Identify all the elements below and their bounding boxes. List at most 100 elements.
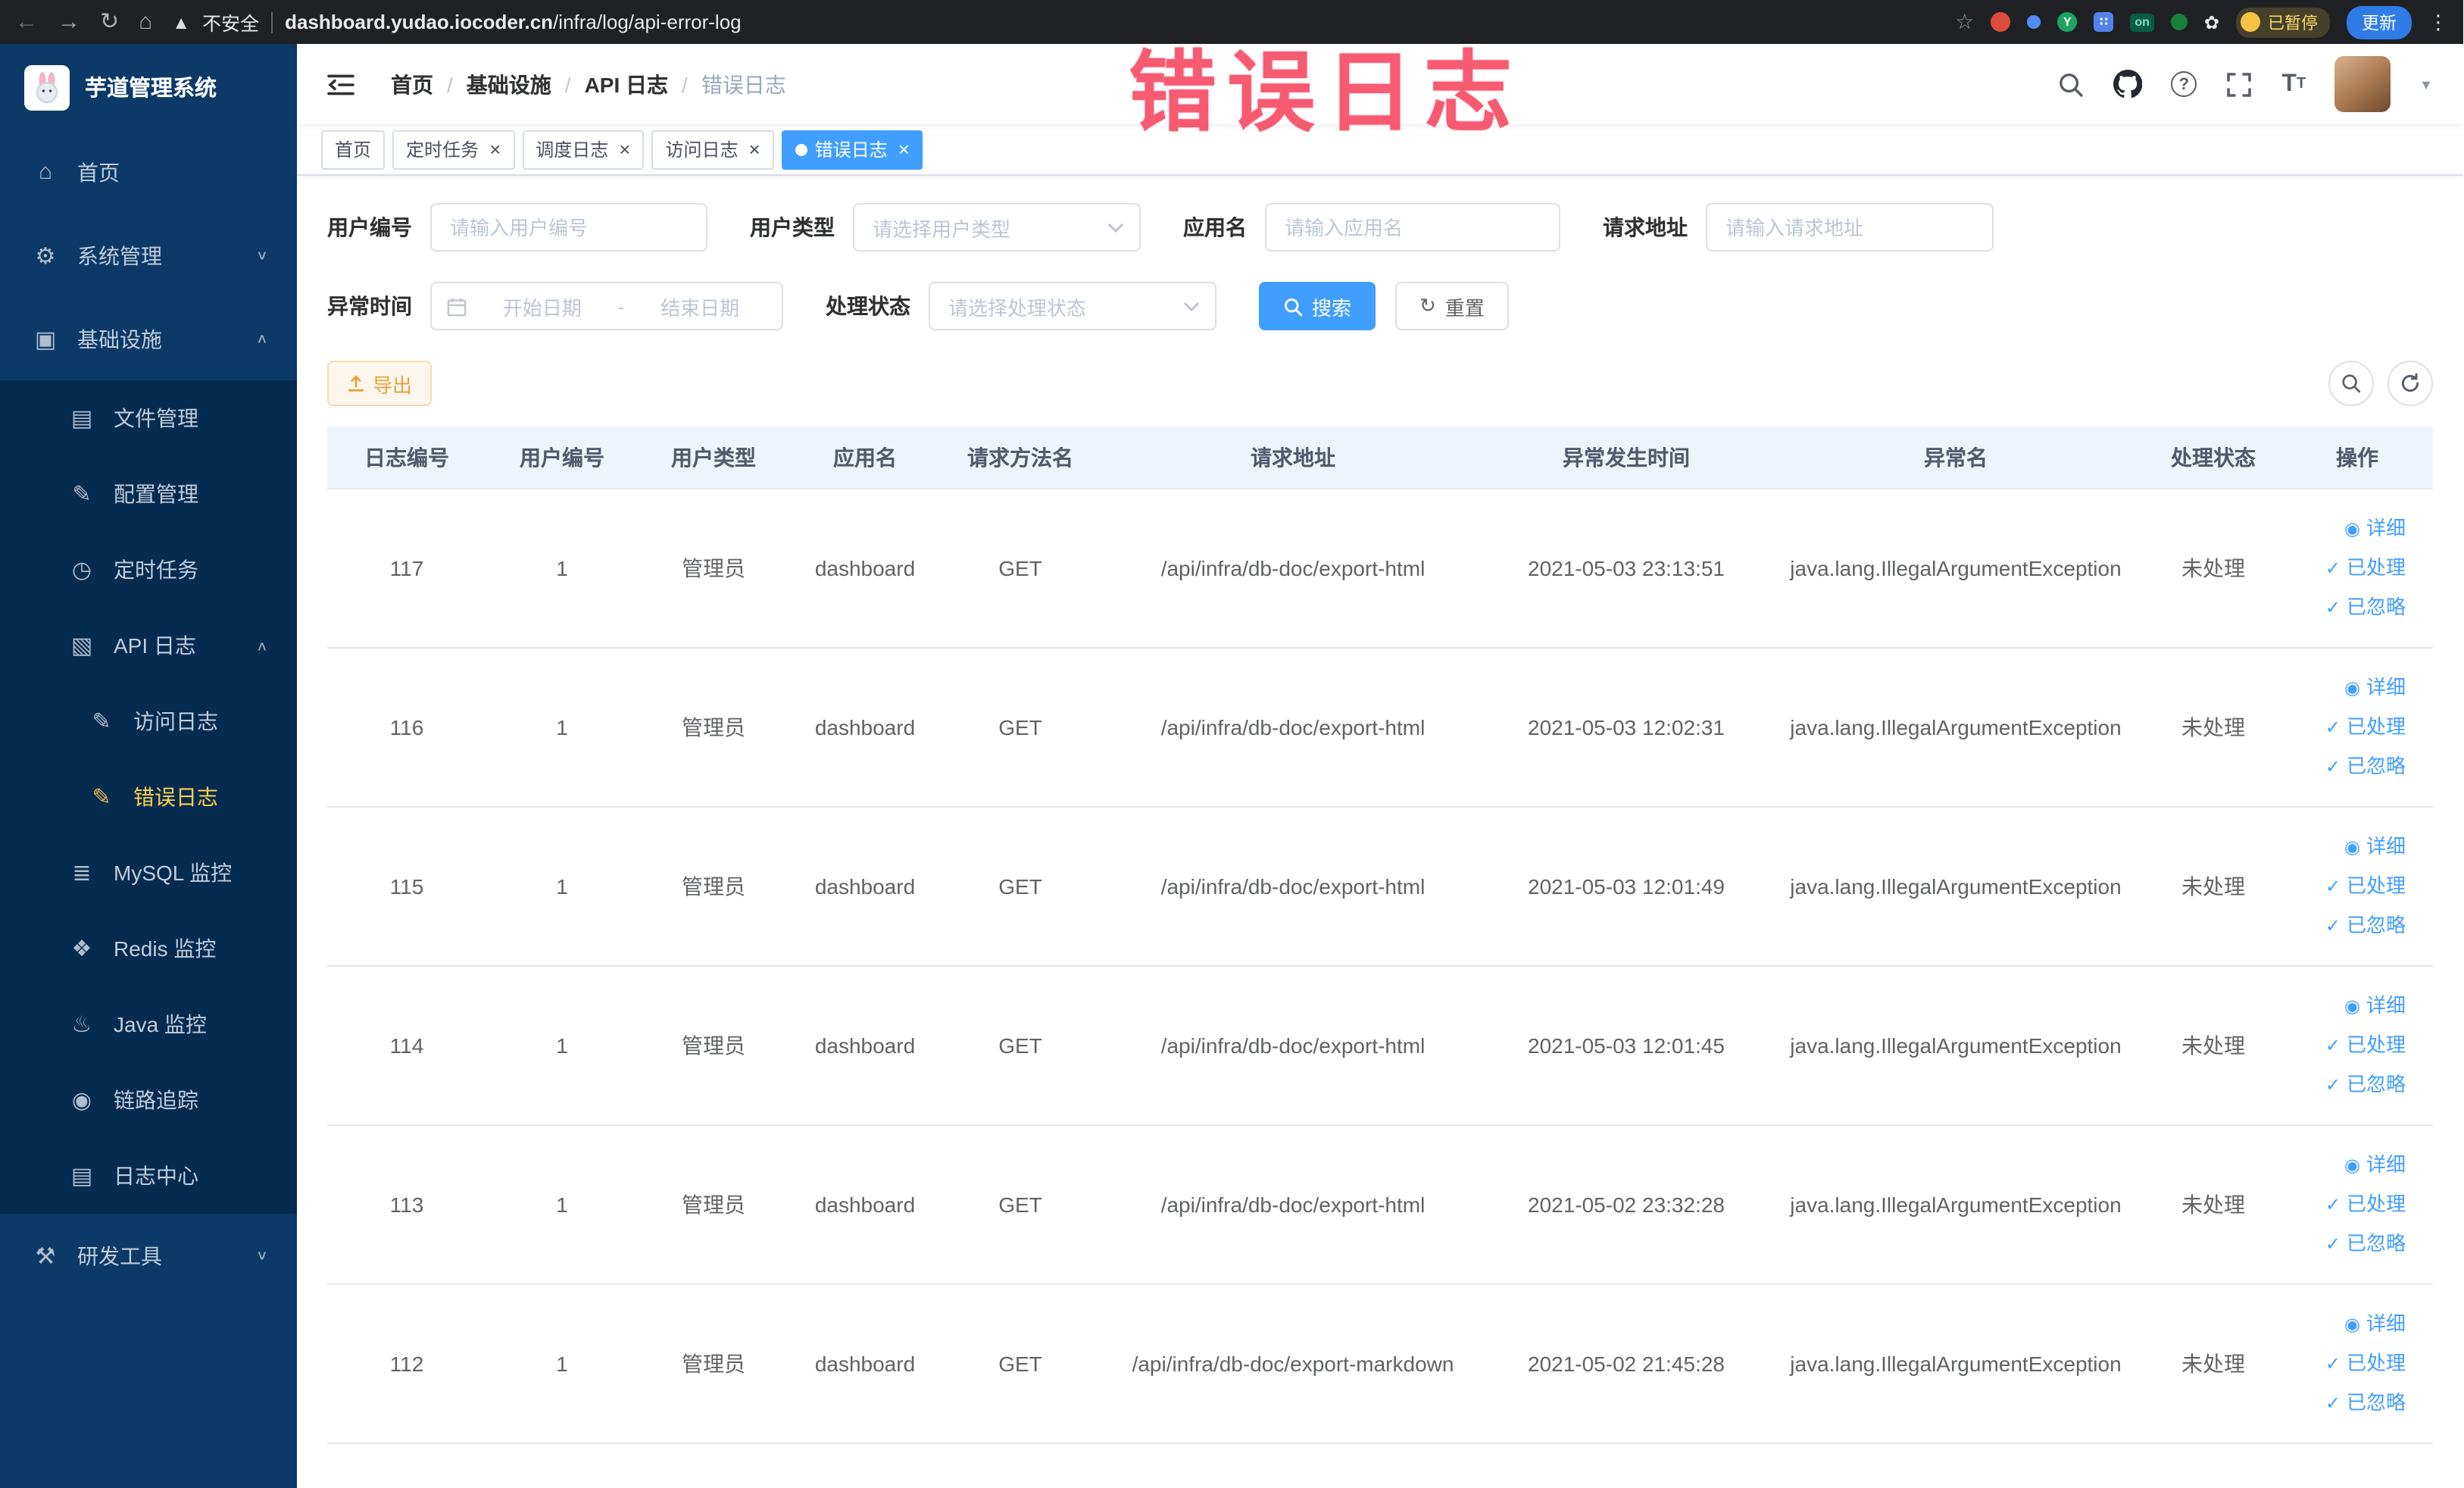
- paused-badge[interactable]: 已暂停: [2236, 7, 2330, 37]
- cell-time: 2021-05-02 21:45:28: [1486, 1283, 1766, 1443]
- request-url-input[interactable]: [1706, 203, 1994, 252]
- close-icon[interactable]: ×: [898, 139, 910, 159]
- tab-access-log[interactable]: 访问日志 ×: [651, 130, 774, 169]
- tab-error-log[interactable]: 错误日志 ×: [781, 130, 923, 169]
- action-processed-link[interactable]: ✓ 已处理: [2288, 548, 2406, 587]
- chevron-down-icon[interactable]: ▼: [2419, 77, 2433, 92]
- action-ignored-link[interactable]: ✓ 已忽略: [2288, 587, 2406, 627]
- action-detail-link[interactable]: ◉ 详细: [2288, 508, 2406, 548]
- breadcrumb-item[interactable]: 基础设施: [467, 69, 551, 99]
- sidebar-item-scheduled-tasks[interactable]: ◷ 定时任务: [0, 532, 297, 608]
- extension-icon[interactable]: [2027, 15, 2041, 29]
- sidebar-item-mysql-monitor[interactable]: ≣ MySQL 监控: [0, 835, 297, 911]
- eye-icon: ◉: [2344, 677, 2360, 698]
- sidebar-item-infrastructure[interactable]: ▣ 基础设施 ∧: [0, 297, 297, 380]
- sidebar-item-dev-tools[interactable]: ⚒ 研发工具 ∨: [0, 1214, 297, 1297]
- process-status-select[interactable]: 请选择处理状态: [929, 282, 1216, 330]
- reset-button[interactable]: ↻ 重置: [1395, 282, 1509, 330]
- action-detail-link[interactable]: ◉ 详细: [2288, 986, 2406, 1025]
- github-icon[interactable]: [2113, 70, 2143, 98]
- breadcrumb-item[interactable]: 首页: [391, 69, 433, 99]
- cell-time: 2021-05-02 23:32:28: [1486, 1124, 1766, 1284]
- cell-url: /api/infra/db-doc/export-html: [1100, 1124, 1486, 1284]
- back-icon[interactable]: ←: [15, 11, 38, 33]
- sidebar-item-label: 链路追踪: [114, 1088, 198, 1112]
- action-processed-link[interactable]: ✓ 已处理: [2288, 866, 2406, 905]
- font-size-icon[interactable]: TT: [2281, 70, 2306, 98]
- extension-paw-icon[interactable]: ✿: [2204, 11, 2219, 33]
- reload-icon[interactable]: ↻: [100, 11, 119, 33]
- refresh-table-button[interactable]: [2387, 361, 2433, 406]
- toggle-search-button[interactable]: [2328, 361, 2374, 406]
- cell-actions: ◉ 详细 ✓ 已处理 ✓ 已忽略: [2281, 488, 2433, 648]
- sidebar-item-java-monitor[interactable]: ♨ Java 监控: [0, 986, 297, 1062]
- eye-icon: ◉: [2344, 1313, 2360, 1334]
- sidebar-item-home[interactable]: ⌂ 首页: [0, 130, 297, 214]
- sidebar-item-link-trace[interactable]: ◉ 链路追踪: [0, 1062, 297, 1138]
- extension-on-badge[interactable]: on: [2130, 13, 2154, 31]
- date-range-picker[interactable]: 开始日期 - 结束日期: [430, 282, 783, 330]
- file-icon: ▤: [70, 406, 93, 432]
- cell-method: GET: [941, 1124, 1100, 1284]
- close-icon[interactable]: ×: [749, 139, 760, 159]
- check-icon: ✓: [2325, 557, 2341, 578]
- action-ignored-link[interactable]: ✓ 已忽略: [2288, 1064, 2406, 1104]
- avatar[interactable]: [2334, 56, 2391, 112]
- breadcrumb-item[interactable]: API 日志: [585, 69, 668, 99]
- browser-update-button[interactable]: 更新: [2347, 5, 2412, 39]
- action-ignored-link[interactable]: ✓ 已忽略: [2288, 746, 2406, 786]
- app-name-input[interactable]: [1265, 203, 1560, 252]
- sidebar-item-log-center[interactable]: ▤ 日志中心: [0, 1138, 297, 1214]
- tab-scheduled-tasks[interactable]: 定时任务 ×: [392, 130, 515, 169]
- extension-icon[interactable]: [2170, 14, 2188, 30]
- sidebar-item-error-log[interactable]: ✎ 错误日志: [0, 759, 297, 835]
- search-button[interactable]: 搜索: [1259, 282, 1376, 330]
- sidebar-item-api-log[interactable]: ▧ API 日志 ∧: [0, 608, 297, 683]
- app-logo[interactable]: 芋道管理系统: [0, 44, 297, 130]
- filter-process-status: 处理状态 请选择处理状态: [826, 282, 1216, 330]
- forward-icon[interactable]: →: [58, 11, 80, 33]
- cell-app: dashboard: [789, 1283, 941, 1443]
- filter-user-id: 用户编号: [327, 203, 707, 252]
- close-icon[interactable]: ×: [619, 139, 630, 159]
- sidebar-item-access-log[interactable]: ✎ 访问日志: [0, 683, 297, 759]
- export-button[interactable]: 导出: [327, 361, 433, 406]
- action-processed-link[interactable]: ✓ 已处理: [2288, 1025, 2406, 1064]
- action-detail-link[interactable]: ◉ 详细: [2288, 827, 2406, 866]
- sidebar-item-config-management[interactable]: ✎ 配置管理: [0, 456, 297, 532]
- action-processed-link[interactable]: ✓ 已处理: [2288, 1184, 2406, 1224]
- action-detail-link[interactable]: ◉ 详细: [2288, 1304, 2406, 1343]
- action-processed-link[interactable]: ✓ 已处理: [2288, 1343, 2406, 1383]
- close-icon[interactable]: ×: [489, 139, 501, 159]
- action-ignored-link[interactable]: ✓ 已忽略: [2288, 1224, 2406, 1263]
- sidebar-item-label: Redis 监控: [114, 936, 217, 961]
- tab-schedule-log[interactable]: 调度日志 ×: [522, 130, 645, 169]
- action-ignored-link[interactable]: ✓ 已忽略: [2288, 1383, 2406, 1422]
- sidebar-item-file-management[interactable]: ▤ 文件管理: [0, 380, 297, 456]
- extension-icon[interactable]: [1991, 12, 2011, 32]
- bookmark-star-icon[interactable]: ☆: [1955, 9, 1974, 35]
- action-ignored-link[interactable]: ✓ 已忽略: [2288, 905, 2406, 945]
- user-id-input[interactable]: [430, 203, 707, 252]
- sidebar-item-redis-monitor[interactable]: ❖ Redis 监控: [0, 911, 297, 986]
- search-icon[interactable]: [2057, 70, 2085, 98]
- browser-menu-icon[interactable]: ⋮: [2428, 10, 2448, 34]
- sidebar-fold-icon[interactable]: [327, 72, 354, 96]
- action-detail-link[interactable]: ◉ 详细: [2288, 667, 2406, 707]
- cell-time: 2021-05-03 12:01:49: [1486, 806, 1766, 966]
- address-bar[interactable]: ▲ 不安全 dashboard.yudao.iocoder.cn/infra/l…: [172, 8, 1935, 36]
- extension-icon[interactable]: ∷: [2094, 12, 2114, 32]
- action-detail-link[interactable]: ◉ 详细: [2288, 1145, 2406, 1184]
- cell-user_id: 1: [486, 647, 638, 807]
- fullscreen-icon[interactable]: [2225, 70, 2253, 98]
- tab-home[interactable]: 首页: [321, 130, 386, 169]
- extension-icon[interactable]: Y: [2057, 12, 2078, 32]
- browser-home-icon[interactable]: ⌂: [139, 11, 152, 33]
- sidebar-item-system-management[interactable]: ⚙ 系统管理 ∨: [0, 214, 297, 297]
- cell-id: 115: [327, 806, 486, 966]
- help-icon[interactable]: ?: [2171, 71, 2197, 97]
- user-type-select[interactable]: 请选择用户类型: [853, 203, 1141, 252]
- security-warning-label: 不安全: [202, 14, 260, 35]
- api-log-icon: ▧: [70, 633, 93, 659]
- action-processed-link[interactable]: ✓ 已处理: [2288, 707, 2406, 746]
